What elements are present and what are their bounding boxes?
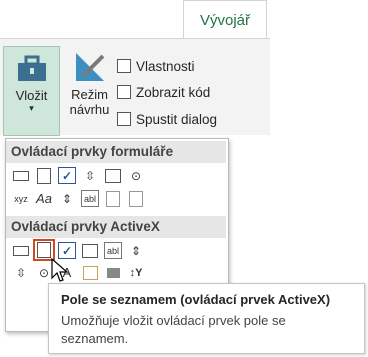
activex-spin-control[interactable]: ⇳ (12, 264, 30, 281)
view-code-label: Zobrazit kód (136, 84, 211, 100)
activex-more-controls[interactable]: ↕Y (127, 264, 145, 281)
activex-checkbox-control[interactable]: ✓ (58, 242, 76, 259)
form-scrollbar-control[interactable]: ⇕ (58, 190, 76, 207)
activex-image-control[interactable] (81, 264, 99, 281)
ruler-pencil-icon (75, 53, 104, 81)
run-dialog-icon (117, 112, 131, 126)
insert-label: Vložit (15, 88, 48, 103)
tab-developer[interactable]: Vývojář (183, 0, 267, 39)
activex-scrollbar-control[interactable]: ⇕ (127, 242, 145, 259)
toolbox-icon (17, 55, 46, 81)
insert-button[interactable]: Vložit ▾ (3, 46, 60, 136)
properties-icon (117, 59, 131, 73)
properties-button[interactable]: Vlastnosti (117, 55, 195, 77)
form-dropdown-control[interactable] (127, 190, 145, 207)
form-checkbox-control[interactable]: ✓ (58, 167, 76, 184)
form-label-control[interactable]: Aa (35, 190, 53, 207)
form-listbox-control[interactable] (104, 167, 122, 184)
activex-listbox-control[interactable] (81, 242, 99, 259)
tooltip-description: Umožňuje vložit ovládací prvek pole se s… (61, 313, 286, 346)
form-groupbox-control[interactable]: xyz (12, 190, 30, 207)
activex-controls-header: Ovládací prvky ActiveX (6, 216, 226, 238)
view-code-icon (117, 85, 131, 99)
properties-label: Vlastnosti (136, 58, 195, 74)
form-combolist-control[interactable] (104, 190, 122, 207)
activex-toggle-control[interactable] (104, 264, 122, 281)
design-mode-label-2: návrhu (69, 102, 110, 117)
design-mode-button[interactable]: Režim návrhu (62, 46, 117, 134)
mouse-pointer-icon (51, 258, 69, 282)
form-option-control[interactable]: ⊙ (127, 167, 145, 184)
form-textfield-control[interactable]: abl (81, 190, 99, 207)
insert-dropdown-arrow: ▾ (29, 103, 34, 113)
form-combobox-control[interactable] (35, 167, 53, 184)
run-dialog-button[interactable]: Spustit dialog (117, 108, 217, 130)
activex-textbox-control[interactable]: abl (104, 242, 122, 259)
activex-button-control[interactable] (12, 242, 30, 259)
tab-developer-label: Vývojář (199, 12, 251, 29)
form-button-control[interactable] (12, 167, 30, 184)
design-mode-label-1: Režim (71, 87, 108, 102)
run-dialog-label: Spustit dialog (136, 111, 218, 127)
tooltip-title: Pole se seznamem (ovládací prvek ActiveX… (61, 292, 331, 307)
control-tooltip: Pole se seznamem (ovládací prvek ActiveX… (48, 283, 365, 354)
view-code-button[interactable]: Zobrazit kód (117, 81, 210, 103)
form-spin-control[interactable]: ⇳ (81, 167, 99, 184)
form-controls-header: Ovládací prvky formuláře (6, 141, 226, 163)
